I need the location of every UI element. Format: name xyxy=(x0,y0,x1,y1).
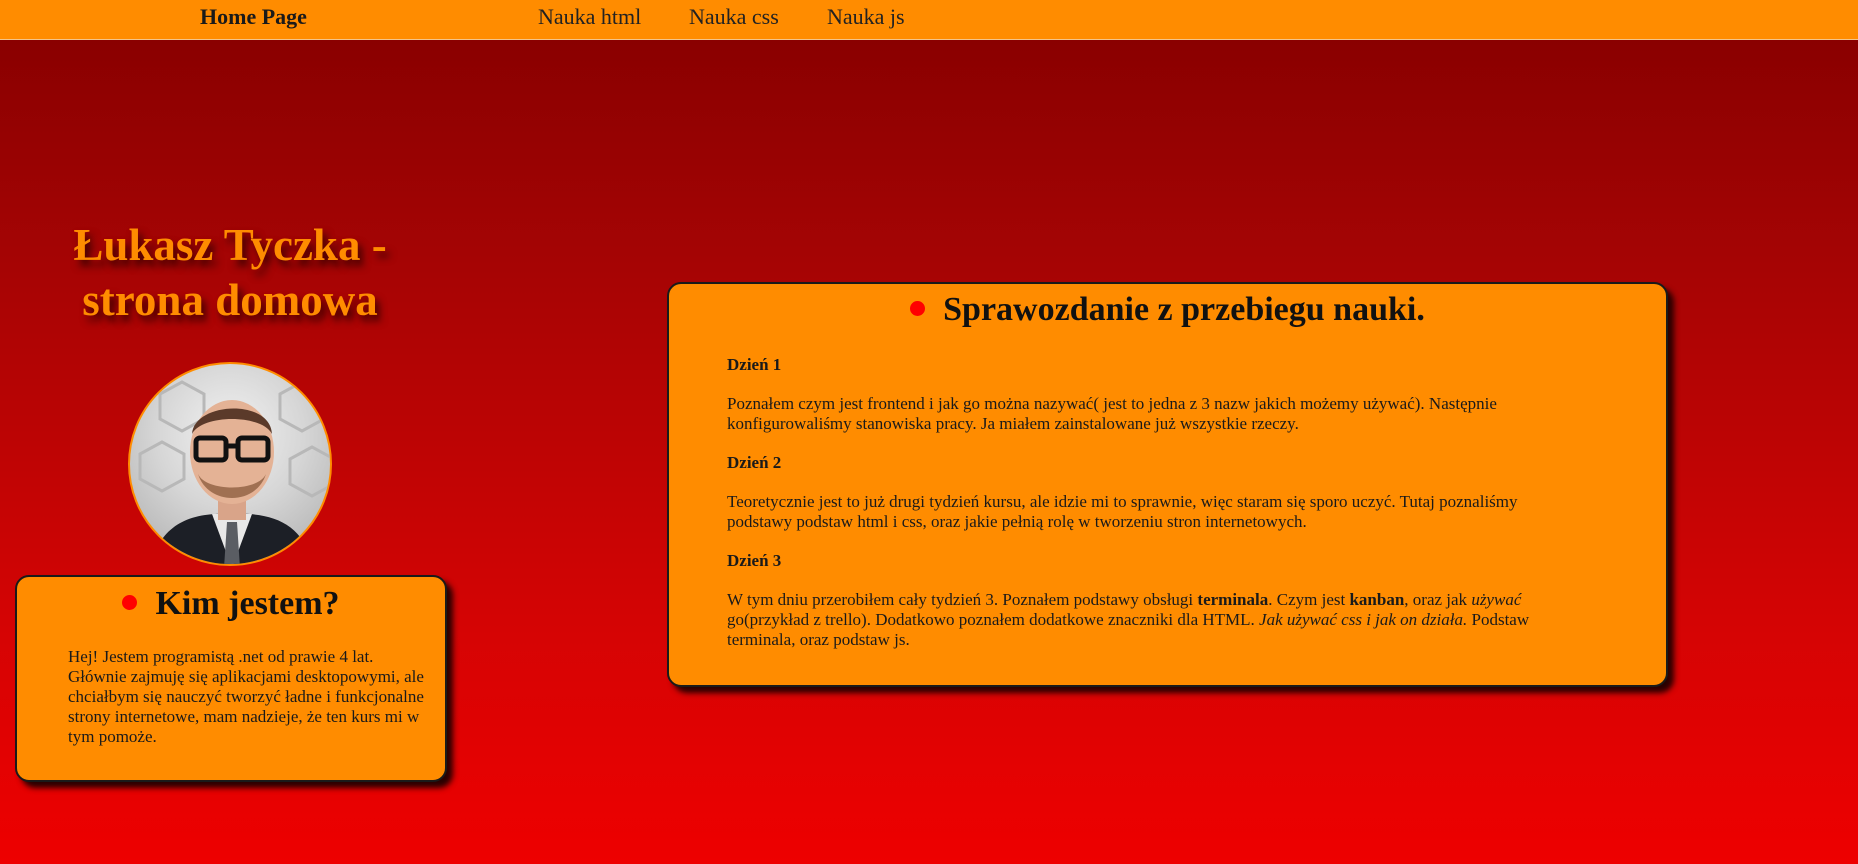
day-3-term-kanban: kanban xyxy=(1349,590,1405,609)
day-3-text-part: , oraz jak xyxy=(1404,590,1472,609)
day-3-term-uzywac: używać xyxy=(1471,590,1522,609)
day-3-term-css: Jak używać css i jak on działa. xyxy=(1259,610,1468,629)
bullet-icon xyxy=(910,301,926,316)
report-card: Sprawozdanie z przebiegu nauki. Dzień 1 … xyxy=(667,282,1668,687)
about-card: Kim jestem? Hej! Jestem programistą .net… xyxy=(15,575,447,782)
bullet-icon xyxy=(122,595,138,610)
day-3-term-terminal: terminala xyxy=(1197,590,1269,609)
day-3-text: W tym dniu przerobiłem cały tydzień 3. P… xyxy=(727,590,1567,650)
about-heading: Kim jestem? xyxy=(17,585,445,623)
nav-link-js[interactable]: Nauka js xyxy=(827,4,905,30)
report-heading-text: Sprawozdanie z przebiegu nauki. xyxy=(943,291,1425,328)
nav-link-css[interactable]: Nauka css xyxy=(689,4,779,30)
report-body: Dzień 1 Poznałem czym jest frontend i ja… xyxy=(727,355,1567,650)
day-1-title: Dzień 1 xyxy=(727,355,782,374)
about-text: Hej! Jestem programistą .net od prawie 4… xyxy=(68,647,424,746)
day-3-text-part: W tym dniu przerobiłem cały tydzień 3. P… xyxy=(727,590,1198,609)
avatar xyxy=(128,362,332,566)
day-2-title: Dzień 2 xyxy=(727,453,782,472)
day-3-text-part: . Czym jest xyxy=(1268,590,1350,609)
nav-link-html[interactable]: Nauka html xyxy=(538,4,641,30)
top-navbar: Home Page Nauka html Nauka css Nauka js xyxy=(0,0,1858,40)
day-3-title: Dzień 3 xyxy=(727,551,782,570)
about-heading-text: Kim jestem? xyxy=(155,585,340,622)
page-title: Łukasz Tyczka - strona domowa xyxy=(73,220,387,325)
nav-home-link[interactable]: Home Page xyxy=(200,4,307,30)
day-2-text: Teoretycznie jest to już drugi tydzień k… xyxy=(727,492,1518,531)
avatar-portrait xyxy=(138,380,330,564)
report-heading: Sprawozdanie z przebiegu nauki. xyxy=(669,291,1666,329)
day-1-text: Poznałem czym jest frontend i jak go moż… xyxy=(727,394,1497,433)
day-3-text-part: go(przykład z trello). Dodatkowo poznałe… xyxy=(727,610,1260,629)
